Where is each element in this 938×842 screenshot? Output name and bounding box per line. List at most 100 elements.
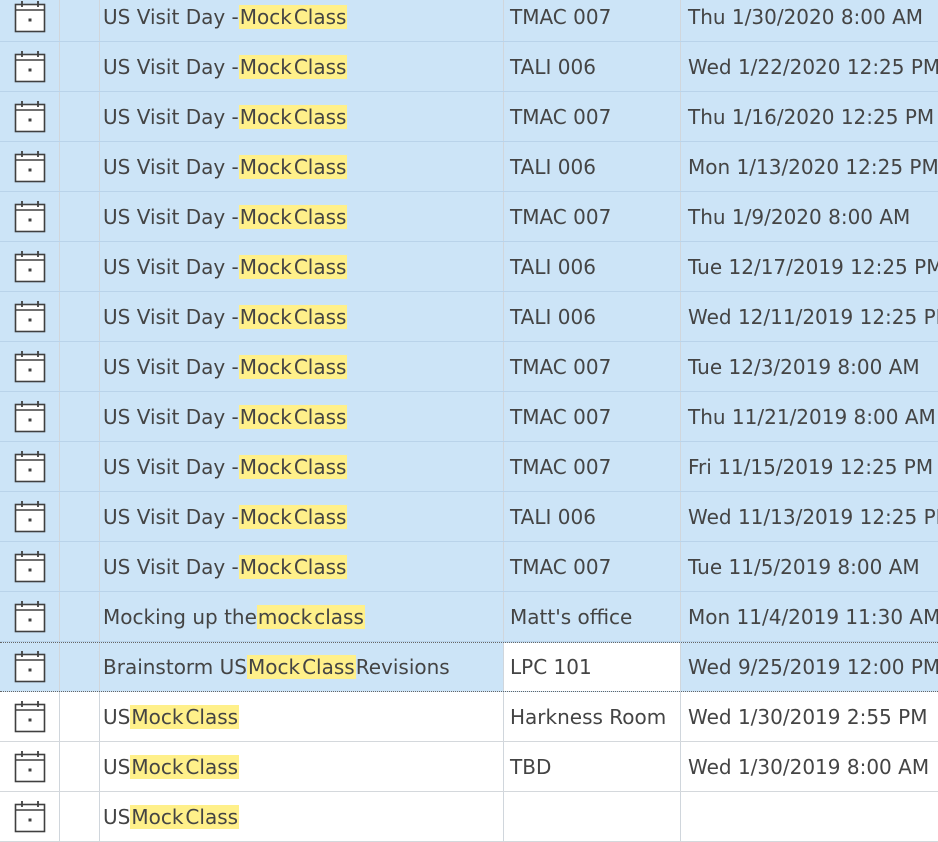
calendar-icon bbox=[0, 0, 60, 41]
search-highlight: class bbox=[313, 604, 365, 629]
search-highlight: Mock bbox=[238, 54, 293, 79]
attachment-cell bbox=[60, 592, 100, 641]
location-cell: TMAC 007 bbox=[504, 192, 681, 241]
attachment-cell bbox=[60, 242, 100, 291]
subject-cell: US Visit Day - Mock Class bbox=[100, 0, 504, 41]
start-cell: Tue 12/3/2019 8:00 AM bbox=[688, 354, 920, 379]
search-highlight: Class bbox=[292, 304, 348, 329]
search-highlight: Class bbox=[292, 504, 348, 529]
appointment-row[interactable]: US Mock Class Harkness Room Wed 1/30/2019 … bbox=[0, 692, 938, 742]
search-highlight: Class bbox=[184, 804, 240, 829]
attachment-cell bbox=[60, 643, 100, 691]
location-cell: TBD bbox=[504, 742, 681, 791]
subject-cell: US Visit Day - Mock Class bbox=[100, 492, 504, 541]
calendar-icon bbox=[0, 442, 60, 491]
appointment-row[interactable]: Brainstorm US Mock Class Revisions LPC 10… bbox=[0, 642, 938, 692]
appointment-row[interactable]: US Visit Day - Mock Class TMAC 007 Fri 11/… bbox=[0, 442, 938, 492]
start-cell: Mon 11/4/2019 11:30 AM bbox=[688, 604, 938, 629]
location-cell: TMAC 007 bbox=[504, 442, 681, 491]
search-highlight: Mock bbox=[238, 304, 293, 329]
search-highlight: Mock bbox=[238, 254, 293, 279]
search-highlight: Class bbox=[184, 704, 240, 729]
appointment-row[interactable]: US Visit Day - Mock Class TMAC 007 Thu 1/9… bbox=[0, 192, 938, 242]
appointment-row[interactable]: US Visit Day - Mock Class TALI 006 Wed 12/… bbox=[0, 292, 938, 342]
calendar-icon bbox=[0, 492, 60, 541]
search-highlight: Class bbox=[292, 54, 348, 79]
attachment-cell bbox=[60, 792, 100, 841]
search-highlight: mock bbox=[256, 604, 314, 629]
location-cell: TMAC 007 bbox=[504, 92, 681, 141]
location-cell: LPC 101 bbox=[504, 643, 681, 691]
search-highlight: Mock bbox=[247, 655, 302, 679]
subject-cell: US Visit Day - Mock Class bbox=[100, 92, 504, 141]
calendar-icon bbox=[0, 42, 60, 91]
location-cell: TMAC 007 bbox=[504, 342, 681, 391]
attachment-cell bbox=[60, 492, 100, 541]
appointment-row[interactable]: US Visit Day - Mock Class TALI 006 Wed 1/2… bbox=[0, 42, 938, 92]
calendar-icon bbox=[0, 342, 60, 391]
subject-cell: Mocking up the mock class bbox=[100, 592, 504, 641]
search-highlight: Mock bbox=[238, 504, 293, 529]
start-cell: Thu 11/21/2019 8:00 AM bbox=[688, 404, 936, 429]
start-cell: Mon 1/13/2020 12:25 PM bbox=[688, 154, 938, 179]
appointment-row[interactable]: Mocking up the mock class Matt's office Mo… bbox=[0, 592, 938, 642]
start-cell: Wed 1/30/2019 8:00 AM bbox=[688, 754, 930, 779]
search-highlight: Mock bbox=[238, 354, 293, 379]
attachment-cell bbox=[60, 292, 100, 341]
search-highlight: Class bbox=[292, 4, 348, 29]
search-highlight: Class bbox=[292, 404, 348, 429]
search-highlight: Mock bbox=[130, 704, 185, 729]
start-cell: Thu 1/30/2020 8:00 AM bbox=[688, 4, 924, 29]
search-highlight: Class bbox=[292, 154, 348, 179]
subject-cell: US Visit Day - Mock Class bbox=[100, 242, 504, 291]
search-highlight: Class bbox=[292, 254, 348, 279]
calendar-icon bbox=[0, 292, 60, 341]
subject-cell: Brainstorm US Mock Class Revisions bbox=[100, 643, 504, 691]
calendar-icon bbox=[0, 192, 60, 241]
calendar-icon bbox=[0, 242, 60, 291]
calendar-icon bbox=[0, 643, 60, 691]
appointment-row[interactable]: US Visit Day - Mock Class TMAC 007 Tue 12/… bbox=[0, 342, 938, 392]
appointment-row[interactable]: US Visit Day - Mock Class TALI 006 Wed 11/… bbox=[0, 492, 938, 542]
appointment-row[interactable]: US Visit Day - Mock Class TMAC 007 Thu 1/1… bbox=[0, 92, 938, 142]
attachment-cell bbox=[60, 392, 100, 441]
appointment-row[interactable]: US Visit Day - Mock Class TMAC 007 Tue 11/… bbox=[0, 542, 938, 592]
subject-cell: US Visit Day - Mock Class bbox=[100, 442, 504, 491]
location-cell: TMAC 007 bbox=[504, 392, 681, 441]
start-cell: Tue 12/17/2019 12:25 PM bbox=[688, 254, 938, 279]
calendar-icon bbox=[0, 692, 60, 741]
appointment-row[interactable]: US Visit Day - Mock Class TALI 006 Mon 1/1… bbox=[0, 142, 938, 192]
search-highlight: Class bbox=[292, 104, 348, 129]
attachment-cell bbox=[60, 342, 100, 391]
appointment-row[interactable]: US Visit Day - Mock Class TALI 006 Tue 12/… bbox=[0, 242, 938, 292]
subject-cell: US Visit Day - Mock Class bbox=[100, 292, 504, 341]
search-highlight: Mock bbox=[130, 804, 185, 829]
calendar-icon bbox=[0, 542, 60, 591]
search-highlight: Mock bbox=[238, 554, 293, 579]
location-cell: TMAC 007 bbox=[504, 0, 681, 41]
search-highlight: Class bbox=[292, 204, 348, 229]
start-cell: Fri 11/15/2019 12:25 PM bbox=[688, 454, 934, 479]
subject-cell: US Mock Class bbox=[100, 692, 504, 741]
calendar-icon bbox=[0, 392, 60, 441]
appointment-row[interactable]: US Visit Day - Mock Class TMAC 007 Thu 11/… bbox=[0, 392, 938, 442]
search-highlight: Mock bbox=[130, 754, 185, 779]
subject-cell: US Visit Day - Mock Class bbox=[100, 392, 504, 441]
search-highlight: Class bbox=[292, 354, 348, 379]
attachment-cell bbox=[60, 442, 100, 491]
calendar-icon bbox=[0, 742, 60, 791]
appointment-row[interactable]: US Visit Day - Mock Class TMAC 007 Thu 1/3… bbox=[0, 0, 938, 42]
start-cell: Thu 1/16/2020 12:25 PM bbox=[688, 104, 935, 129]
location-cell: Harkness Room bbox=[504, 692, 681, 741]
location-cell: TALI 006 bbox=[504, 242, 681, 291]
search-highlight: Class bbox=[184, 754, 240, 779]
appointment-row[interactable]: US Mock Class bbox=[0, 792, 938, 842]
appointment-row[interactable]: US Mock Class TBD Wed 1/30/2019 8:00 AM bbox=[0, 742, 938, 792]
search-highlight: Mock bbox=[238, 404, 293, 429]
location-cell: TALI 006 bbox=[504, 292, 681, 341]
attachment-cell bbox=[60, 92, 100, 141]
location-cell: Matt's office bbox=[504, 592, 681, 641]
attachment-cell bbox=[60, 142, 100, 191]
calendar-icon bbox=[0, 92, 60, 141]
search-highlight: Class bbox=[292, 454, 348, 479]
